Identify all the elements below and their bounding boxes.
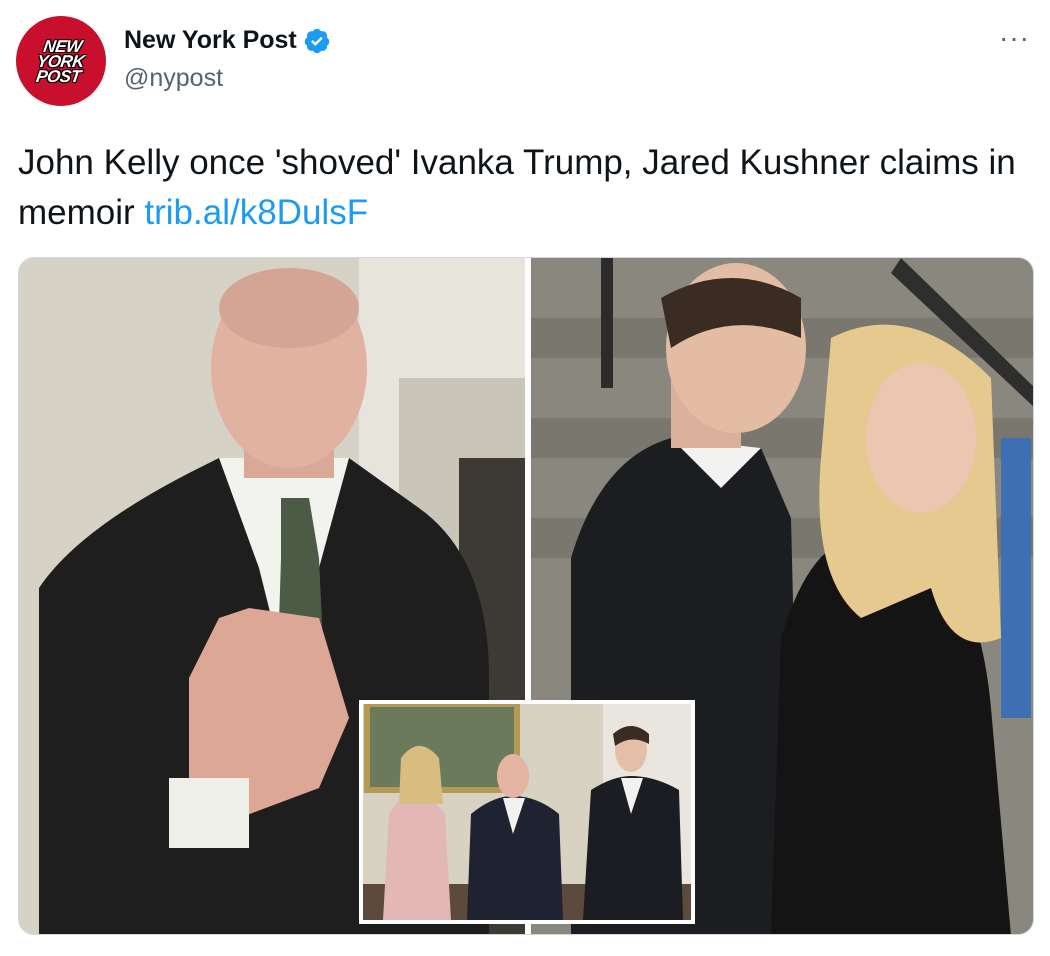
verified-badge-icon <box>304 28 329 53</box>
name-row: New York Post <box>124 26 331 55</box>
display-name[interactable]: New York Post <box>124 26 297 55</box>
avatar[interactable]: NEW YORK POST <box>16 16 106 106</box>
tweet-text: John Kelly once 'shoved' Ivanka Trump, J… <box>18 138 1028 238</box>
handle[interactable]: @nypost <box>124 64 223 93</box>
new-york-post-logo: NEW YORK POST <box>35 36 86 86</box>
tweet-media[interactable] <box>18 257 1034 935</box>
more-options-icon[interactable]: ··· <box>999 24 1030 52</box>
tweet-link[interactable]: trib.al/k8DulsF <box>144 193 368 232</box>
inset-photo-group[interactable] <box>359 700 695 924</box>
